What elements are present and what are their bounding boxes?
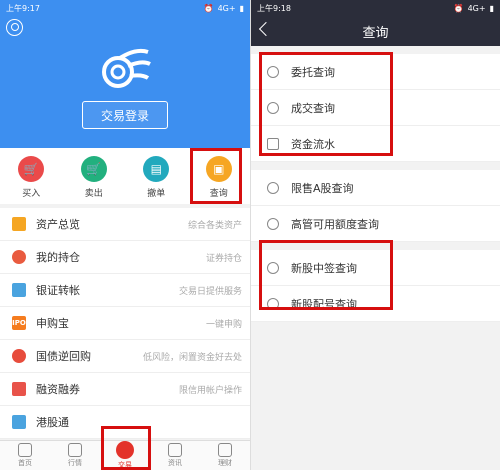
card-icon [12,283,26,297]
home-icon [18,443,32,457]
coin-icon [12,349,26,363]
highlight-box-ipo-queries [259,240,393,310]
ipo-icon: IPO [12,316,26,330]
query-label: 限售A股查询 [291,181,354,195]
menu-desc: 证券持仓 [205,253,242,264]
document-icon: ▤ [143,156,170,182]
nav-bar: 查询 [251,16,500,46]
network-label: 4G+ [467,3,486,13]
quota-icon [267,217,279,230]
highlight-box-trade [101,426,151,470]
wallet-icon [12,217,26,231]
chart-icon [12,382,26,396]
quick-label: 卖出 [84,189,103,199]
brand-logo-icon [102,48,151,88]
quick-label: 撤单 [147,189,166,199]
menu-label: 资产总览 [36,218,80,231]
quick-sell[interactable]: 🛒 卖出 [69,156,119,199]
list-item[interactable]: 融资融券 限信用帐户操作 [0,373,250,406]
network-label: 4G+ [217,3,236,13]
menu-desc: 综合各类资产 [187,220,242,231]
highlight-box-trade-queries [259,52,393,156]
battery-icon: ▮ [239,3,244,13]
home-screen: 上午9:17 ⏰ 4G+ ▮ 交易登录 🛒 买入 🛒 卖出 ▤ 撤单 ▣ 查询 … [0,0,250,470]
finance-icon [218,443,232,457]
menu-label: 银证转帐 [36,284,80,297]
tab-home[interactable]: 首页 [5,443,45,468]
menu-label: 国债逆回购 [36,350,91,363]
status-bar: 上午9:18 ⏰ 4G+ ▮ [251,0,500,16]
hk-icon [12,415,26,429]
header-area: 交易登录 [0,16,250,148]
list-item[interactable]: 限售A股查询 [251,170,500,206]
tab-market[interactable]: 行情 [55,443,95,468]
cart-icon: 🛒 [80,156,107,182]
back-arrow-icon[interactable] [258,21,274,37]
query-label: 高管可用额度查询 [291,217,379,231]
menu-desc: 低风险，闲置资金好去处 [142,352,242,363]
highlight-box-query [190,148,242,204]
trend-icon [68,443,82,457]
menu-desc: 一键申购 [205,319,242,330]
user-icon [12,250,26,264]
menu-label: 融资融券 [36,383,80,396]
battery-icon: ▮ [489,3,494,13]
status-bar: 上午9:17 ⏰ 4G+ ▮ [0,0,250,16]
list-item[interactable]: 国债逆回购 低风险，闲置资金好去处 [0,340,250,373]
avatar-icon[interactable] [6,19,23,36]
login-button[interactable]: 交易登录 [82,101,168,129]
tab-label: 首页 [18,459,32,467]
tab-label: 理财 [218,459,232,467]
menu-label: 申购宝 [36,317,69,330]
status-time: 上午9:18 [257,3,291,13]
tab-label: 行情 [68,459,82,467]
tab-news[interactable]: 资讯 [155,443,195,468]
alarm-icon: ⏰ [453,3,464,13]
status-time: 上午9:17 [6,3,40,13]
query-group-restricted: 限售A股查询 高管可用额度查询 [251,170,500,242]
list-item[interactable]: 银证转帐 交易日提供服务 [0,274,250,307]
list-item[interactable]: 资产总览 综合各类资产 [0,208,250,241]
menu-desc: 交易日提供服务 [178,286,242,297]
tab-label: 资讯 [168,459,182,467]
quick-label: 买入 [22,189,41,199]
page-title: 查询 [362,25,389,41]
list-item[interactable]: IPO 申购宝 一键申购 [0,307,250,340]
list-item[interactable]: 我的持仓 证券持仓 [0,241,250,274]
a-share-icon [267,181,279,194]
quick-buy[interactable]: 🛒 买入 [6,156,56,199]
menu-desc: 限信用帐户操作 [178,385,242,396]
alarm-icon: ⏰ [203,3,214,13]
news-icon [168,443,182,457]
menu-label: 我的持仓 [36,251,80,264]
cart-icon: 🛒 [18,156,45,182]
list-item[interactable]: 高管可用额度查询 [251,206,500,242]
menu-list: 资产总览 综合各类资产 我的持仓 证券持仓 银证转帐 交易日提供服务 IPO 申购宝 一键… [0,208,250,439]
query-screen: 上午9:18 ⏰ 4G+ ▮ 查询 委托查询 成交查询 资金流水 限售A股查询 高管… [250,0,500,470]
tab-finance[interactable]: 理财 [205,443,245,468]
quick-cancel[interactable]: ▤ 撤单 [131,156,181,199]
